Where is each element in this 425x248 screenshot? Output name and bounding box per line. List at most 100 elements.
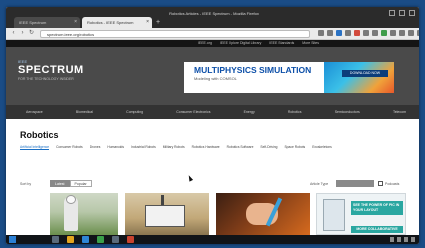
ad-cta-button[interactable]: DOWNLOAD NOW bbox=[342, 70, 388, 77]
tab-label: IEEE Spectrum bbox=[19, 20, 47, 25]
tray-icon[interactable] bbox=[390, 237, 394, 242]
utility-bar: IEEE.org IEEE Xplore Digital Library IEE… bbox=[6, 40, 419, 47]
address-bar[interactable]: spectrum.ieee.org/robotics bbox=[40, 30, 310, 38]
taskbar-app-icon[interactable] bbox=[112, 236, 119, 243]
sidebar-ad[interactable]: SEE THE POWER OF PIC IN YOUR LAYOUT MORE… bbox=[316, 193, 406, 235]
tray-icon[interactable] bbox=[404, 237, 408, 242]
extension-icon[interactable] bbox=[381, 30, 387, 36]
nav-item[interactable]: Consumer Electronics bbox=[176, 110, 210, 114]
sort-toggle: Latest Popular bbox=[50, 180, 92, 187]
minimize-icon[interactable] bbox=[389, 10, 395, 16]
browser-window: Robotics Articles - IEEE Spectrum - Mozi… bbox=[6, 7, 419, 244]
site-logo[interactable]: IEEE SPECTRUM FOR THE TECHNOLOGY INSIDER bbox=[18, 59, 98, 81]
taskbar-app-icon[interactable] bbox=[52, 236, 59, 243]
sort-label: Sort by bbox=[20, 182, 32, 186]
close-tab-icon[interactable]: × bbox=[74, 17, 77, 28]
util-link[interactable]: IEEE.org bbox=[198, 41, 212, 45]
nav-item[interactable]: Semiconductors bbox=[335, 110, 360, 114]
page-content: Robotics Artificial Intelligence Consume… bbox=[6, 119, 419, 235]
article-card-image[interactable] bbox=[216, 193, 310, 235]
os-taskbar bbox=[6, 235, 419, 244]
podcasts-checkbox[interactable] bbox=[378, 181, 383, 186]
start-icon[interactable] bbox=[9, 236, 16, 243]
subtopic-link[interactable]: Drones bbox=[90, 145, 101, 150]
ad-headline: MULTIPHYSICS SIMULATION bbox=[194, 65, 312, 75]
extension-icon[interactable] bbox=[390, 30, 396, 36]
rover-image bbox=[145, 205, 185, 227]
utility-links: IEEE.org IEEE Xplore Digital Library IEE… bbox=[198, 41, 319, 45]
maximize-icon[interactable] bbox=[399, 10, 405, 16]
logo-tagline: FOR THE TECHNOLOGY INSIDER bbox=[18, 77, 74, 81]
browser-tab-active[interactable]: Robotics - IEEE Spectrum × bbox=[82, 17, 152, 28]
tray-icon[interactable] bbox=[411, 237, 415, 242]
subtopic-link[interactable]: Military Robots bbox=[163, 145, 185, 150]
extension-icon[interactable] bbox=[336, 30, 342, 36]
subtopic-link[interactable]: Space Robots bbox=[284, 145, 305, 150]
back-icon[interactable]: ‹ bbox=[10, 30, 17, 37]
subtopic-link[interactable]: Exoskeletons bbox=[312, 145, 332, 150]
ad-subtitle: Modeling with COMSOL bbox=[194, 76, 237, 81]
nav-item[interactable]: Computing bbox=[126, 110, 143, 114]
subtopic-link[interactable]: Industrial Robots bbox=[131, 145, 156, 150]
util-link[interactable]: More Sites bbox=[302, 41, 319, 45]
subtopic-link[interactable]: Consumer Robots bbox=[56, 145, 83, 150]
extension-icon[interactable] bbox=[354, 30, 360, 36]
sort-option-popular[interactable]: Popular bbox=[69, 180, 92, 187]
sidebar-ad-text: SEE THE POWER OF PIC IN YOUR LAYOUT bbox=[351, 201, 403, 215]
taskbar-app-icon[interactable] bbox=[97, 236, 104, 243]
nav-items: Aerospace Biomedical Computing Consumer … bbox=[26, 105, 406, 119]
podcasts-checkbox-label: Podcasts bbox=[385, 182, 400, 186]
forward-icon[interactable]: › bbox=[19, 30, 26, 37]
close-tab-icon[interactable]: × bbox=[146, 17, 149, 28]
device-image bbox=[323, 199, 345, 231]
util-link[interactable]: IEEE Xplore Digital Library bbox=[220, 41, 261, 45]
browser-icon[interactable] bbox=[82, 236, 89, 243]
article-type-label: Article Type bbox=[310, 182, 329, 186]
logo-wordmark: SPECTRUM bbox=[18, 64, 84, 76]
article-card-image[interactable] bbox=[50, 193, 118, 235]
extension-icon[interactable] bbox=[399, 30, 405, 36]
extension-icons bbox=[318, 30, 419, 36]
extension-icon[interactable] bbox=[363, 30, 369, 36]
article-card-image[interactable] bbox=[125, 193, 209, 235]
folder-icon[interactable] bbox=[67, 236, 74, 243]
banner-ad[interactable]: MULTIPHYSICS SIMULATION Modeling with CO… bbox=[184, 62, 394, 93]
subtopic-link[interactable]: Robotics Hardware bbox=[192, 145, 220, 150]
menu-icon[interactable] bbox=[417, 30, 419, 36]
subtopic-link[interactable]: Self-Driving bbox=[260, 145, 277, 150]
tab-strip: Robotics Articles - IEEE Spectrum - Mozi… bbox=[6, 7, 419, 28]
nav-item[interactable]: Energy bbox=[244, 110, 255, 114]
tray-icon[interactable] bbox=[397, 237, 401, 242]
nav-item[interactable]: Biomedical bbox=[76, 110, 93, 114]
firefox-icon[interactable] bbox=[127, 236, 134, 243]
page-title: Robotics bbox=[20, 130, 59, 140]
tab-label: Robotics - IEEE Spectrum bbox=[87, 20, 134, 25]
system-tray bbox=[390, 237, 415, 242]
subtopic-link[interactable]: Humanoids bbox=[107, 145, 124, 150]
nav-item[interactable]: Robotics bbox=[288, 110, 302, 114]
extension-icon[interactable] bbox=[327, 30, 333, 36]
mouse-cursor-icon bbox=[186, 174, 194, 182]
subtopic-link[interactable]: Robotics Software bbox=[227, 145, 254, 150]
ad-graphic bbox=[324, 62, 394, 93]
extension-icon[interactable] bbox=[318, 30, 324, 36]
extension-icon[interactable] bbox=[372, 30, 378, 36]
window-controls bbox=[389, 10, 415, 16]
util-link[interactable]: IEEE Standards bbox=[269, 41, 294, 45]
browser-tab[interactable]: IEEE Spectrum × bbox=[14, 17, 80, 28]
site-header: IEEE SPECTRUM FOR THE TECHNOLOGY INSIDER… bbox=[6, 47, 419, 105]
sidebar-ad-button[interactable]: MORE COLLABORATIVE bbox=[351, 226, 403, 233]
robot-head-image bbox=[66, 195, 76, 204]
extension-icon[interactable] bbox=[345, 30, 351, 36]
extension-icon[interactable] bbox=[408, 30, 414, 36]
main-nav: Aerospace Biomedical Computing Consumer … bbox=[6, 105, 419, 119]
nav-item[interactable]: Aerospace bbox=[26, 110, 43, 114]
nav-item[interactable]: Telecom bbox=[393, 110, 406, 114]
close-icon[interactable] bbox=[409, 10, 415, 16]
new-tab-icon[interactable]: + bbox=[154, 19, 162, 27]
subtopic-link-selected[interactable]: Artificial Intelligence bbox=[20, 145, 50, 150]
article-type-select[interactable] bbox=[336, 180, 374, 187]
subtopic-nav: Artificial Intelligence Consumer Robots … bbox=[20, 145, 410, 150]
sort-option-latest[interactable]: Latest bbox=[50, 180, 70, 187]
reload-icon[interactable]: ↻ bbox=[28, 30, 35, 37]
